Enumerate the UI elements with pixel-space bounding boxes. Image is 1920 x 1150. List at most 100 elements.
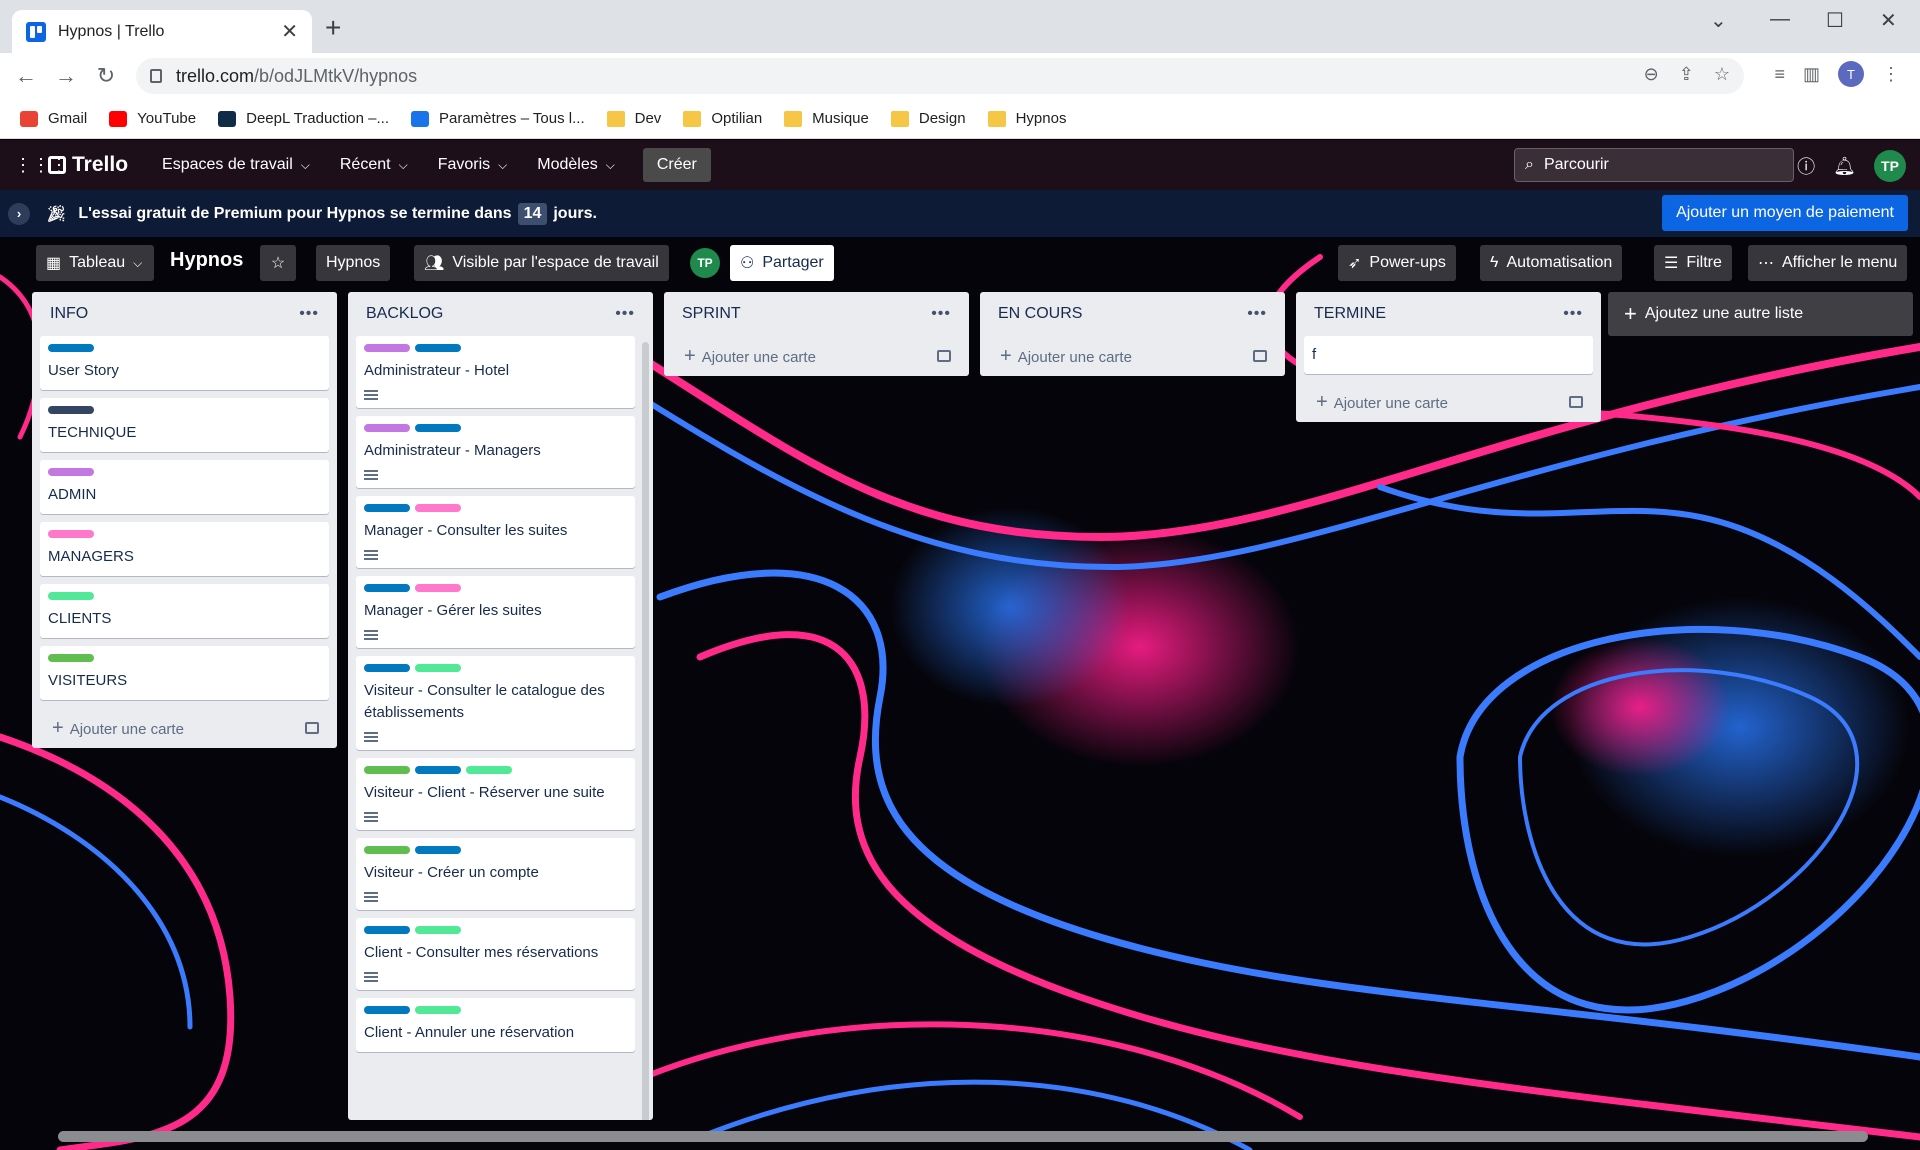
list-menu-icon[interactable]: •••	[615, 305, 635, 323]
label-blue[interactable]	[364, 1006, 410, 1014]
card[interactable]: MANAGERS	[40, 522, 329, 576]
member-avatar[interactable]: TP	[690, 248, 720, 278]
card[interactable]: Visiteur - Créer un compte	[356, 838, 635, 910]
card[interactable]: f	[1304, 336, 1593, 374]
card[interactable]: Visiteur - Client - Réserver une suite	[356, 758, 635, 830]
bookmark-item[interactable]: Dev	[606, 110, 661, 127]
board-title[interactable]: Hypnos	[170, 249, 243, 272]
label-lime[interactable]	[48, 654, 94, 662]
filter-button[interactable]: ☰ Filtre	[1654, 245, 1732, 281]
list-termine[interactable]: TERMINE ••• f + Ajouter une carte	[1296, 292, 1601, 422]
zoom-icon[interactable]: ⊖	[1644, 64, 1659, 85]
bookmark-item[interactable]: YouTube	[109, 110, 196, 127]
label-pink[interactable]	[415, 584, 461, 592]
bookmark-item[interactable]: Musique	[784, 110, 869, 127]
browser-tab[interactable]: Hypnos | Trello ✕	[12, 10, 312, 53]
tab-search-icon[interactable]: ⌄	[1710, 8, 1727, 33]
label-blue[interactable]	[415, 766, 461, 774]
list-title[interactable]: EN COURS	[998, 305, 1082, 323]
forward-icon[interactable]: →	[46, 63, 86, 89]
workspace-button[interactable]: Hypnos	[316, 245, 391, 281]
label-pink[interactable]	[415, 504, 461, 512]
list-title[interactable]: SPRINT	[682, 305, 741, 323]
card[interactable]: Manager - Consulter les suites	[356, 496, 635, 568]
notifications-bell-icon[interactable]: 🔔︎	[1833, 156, 1856, 177]
bookmark-item[interactable]: Paramètres – Tous l...	[411, 110, 585, 127]
label-blue[interactable]	[364, 926, 410, 934]
list-header[interactable]: TERMINE •••	[1296, 292, 1601, 336]
list-en-cours[interactable]: EN COURS ••• + Ajouter une carte	[980, 292, 1285, 376]
list-header[interactable]: SPRINT •••	[664, 292, 969, 336]
automation-button[interactable]: ϟ Automatisation	[1480, 245, 1623, 281]
expand-chevron-icon[interactable]: ›	[8, 202, 30, 225]
profile-avatar[interactable]: T	[1838, 61, 1864, 87]
label-purple[interactable]	[364, 344, 410, 352]
card[interactable]: CLIENTS	[40, 584, 329, 638]
card[interactable]: Administrateur - Managers	[356, 416, 635, 488]
visibility-button[interactable]: 👥︎ Visible par l'espace de travail	[414, 245, 669, 281]
card[interactable]: ADMIN	[40, 460, 329, 514]
card[interactable]: TECHNIQUE	[40, 398, 329, 452]
label-blue[interactable]	[415, 846, 461, 854]
add-payment-button[interactable]: Ajouter un moyen de paiement	[1662, 195, 1908, 231]
share-button[interactable]: ⚇ Partager	[730, 245, 834, 281]
label-pink[interactable]	[48, 530, 94, 538]
list-title[interactable]: BACKLOG	[366, 305, 443, 323]
list-title[interactable]: TERMINE	[1314, 305, 1386, 323]
trello-logo[interactable]: Trello	[48, 153, 128, 177]
minimize-icon[interactable]: —	[1770, 8, 1790, 31]
browser-menu-icon[interactable]: ⋮	[1882, 64, 1900, 85]
card[interactable]: Client - Annuler une réservation	[356, 998, 635, 1052]
bookmark-item[interactable]: Gmail	[20, 110, 87, 127]
bookmark-star-icon[interactable]: ☆	[1714, 64, 1730, 85]
label-blue[interactable]	[364, 664, 410, 672]
create-button[interactable]: Créer	[642, 148, 711, 182]
label-blue[interactable]	[415, 424, 461, 432]
card-template-icon[interactable]	[305, 722, 319, 734]
new-tab-icon[interactable]: +	[325, 14, 341, 42]
label-green[interactable]	[415, 1006, 461, 1014]
label-blue[interactable]	[48, 344, 94, 352]
list-menu-icon[interactable]: •••	[931, 305, 951, 323]
bookmark-item[interactable]: Optilian	[683, 110, 762, 127]
label-blue[interactable]	[364, 584, 410, 592]
add-card-button[interactable]: + Ajouter une carte	[32, 708, 337, 748]
app-switcher-icon[interactable]: ⋮⋮⋮	[14, 155, 68, 176]
share-icon[interactable]: ⇪	[1679, 64, 1694, 85]
list-info[interactable]: INFO ••• User Story TECHNIQUE ADMIN MANAGERS C…	[32, 292, 337, 748]
label-green[interactable]	[466, 766, 512, 774]
label-lime[interactable]	[364, 766, 410, 774]
search-input[interactable]: ⌕ Parcourir	[1514, 148, 1794, 182]
label-purple[interactable]	[48, 468, 94, 476]
nav-workspaces[interactable]: Espaces de travail ⌵	[150, 148, 322, 182]
add-card-button[interactable]: + Ajouter une carte	[980, 336, 1285, 376]
list-title[interactable]: INFO	[50, 305, 88, 323]
add-card-button[interactable]: + Ajouter une carte	[664, 336, 969, 376]
back-icon[interactable]: ←	[6, 63, 46, 89]
label-blue[interactable]	[364, 504, 410, 512]
card[interactable]: Manager - Gérer les suites	[356, 576, 635, 648]
horizontal-scrollbar[interactable]	[58, 1131, 1868, 1142]
bookmark-item[interactable]: DeepL Traduction –...	[218, 110, 389, 127]
add-list-button[interactable]: + Ajoutez une autre liste	[1608, 292, 1913, 336]
list-header[interactable]: EN COURS •••	[980, 292, 1285, 336]
list-menu-icon[interactable]: •••	[1563, 305, 1583, 323]
card[interactable]: VISITEURS	[40, 646, 329, 700]
list-backlog[interactable]: BACKLOG ••• Administrateur - Hotel Administ…	[348, 292, 653, 1120]
side-panel-icon[interactable]: ▥	[1803, 64, 1820, 85]
nav-starred[interactable]: Favoris ⌵	[426, 148, 520, 182]
card-template-icon[interactable]	[1253, 350, 1267, 362]
list-menu-icon[interactable]: •••	[299, 305, 319, 323]
view-switcher-button[interactable]: ▦ Tableau ⌵	[36, 245, 154, 281]
label-blue[interactable]	[415, 344, 461, 352]
card[interactable]: Visiteur - Consulter le catalogue des ét…	[356, 656, 635, 750]
bookmark-item[interactable]: Design	[890, 110, 966, 127]
label-purple[interactable]	[364, 424, 410, 432]
label-navy[interactable]	[48, 406, 94, 414]
nav-recent[interactable]: Récent ⌵	[328, 148, 420, 182]
label-lime[interactable]	[364, 846, 410, 854]
list-sprint[interactable]: SPRINT ••• + Ajouter une carte	[664, 292, 969, 376]
label-green[interactable]	[415, 926, 461, 934]
nav-templates[interactable]: Modèles ⌵	[525, 148, 627, 182]
powerups-button[interactable]: ➶ Power-ups	[1338, 245, 1456, 281]
